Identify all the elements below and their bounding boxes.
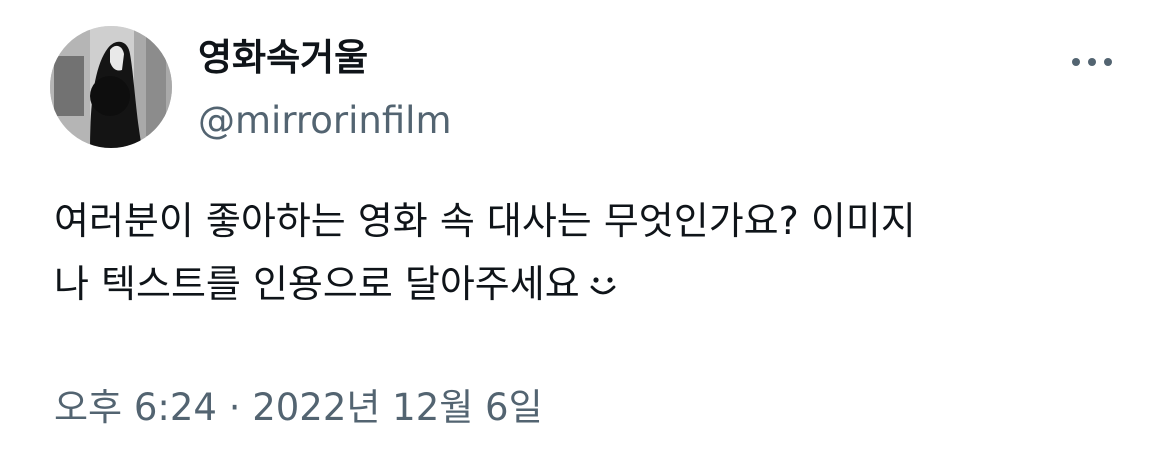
avatar[interactable] <box>50 26 172 148</box>
more-options-button[interactable] <box>1060 44 1124 80</box>
user-handle[interactable]: @mirrorinfilm <box>198 97 452 145</box>
display-name[interactable]: 영화속거울 <box>198 33 368 83</box>
avatar-image <box>50 26 172 148</box>
tweet-text: 여러분이 좋아하는 영화 속 대사는 무엇인가요? 이미지 나 텍스트를 인용으… <box>54 190 1134 320</box>
more-options-icon <box>1072 58 1112 66</box>
tweet-card: 영화속거울 @mirrorinfilm 여러분이 좋아하는 영화 속 대사는 무… <box>0 0 1170 456</box>
tweet-text-line-2: 나 텍스트를 인용으로 달아주세요 <box>54 262 580 306</box>
smile-icon <box>588 257 618 320</box>
tweet-timestamp[interactable]: 오후 6:24 · 2022년 12월 6일 <box>54 383 543 433</box>
tweet-text-line-1: 여러분이 좋아하는 영화 속 대사는 무엇인가요? 이미지 <box>54 199 916 243</box>
